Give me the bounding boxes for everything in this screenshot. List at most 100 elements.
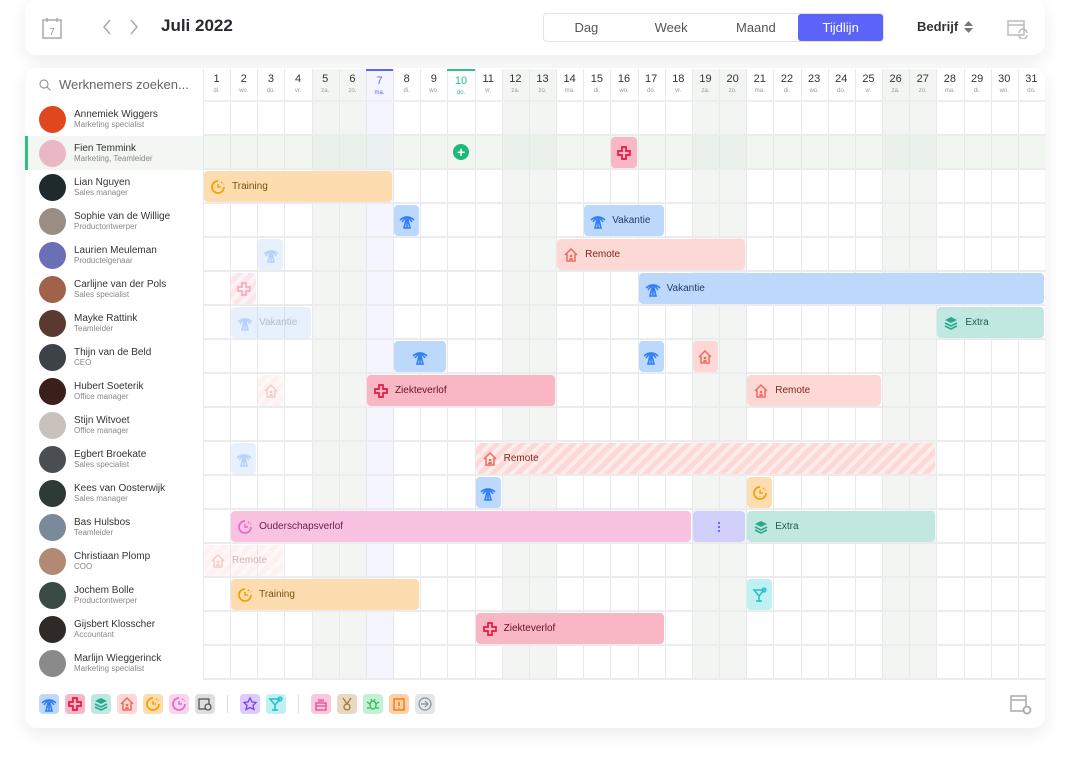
legend-item-calendar-clock[interactable]	[195, 694, 215, 714]
event-more[interactable]	[692, 511, 746, 542]
event-vacation[interactable]: Vakantie	[638, 273, 1044, 304]
day-header[interactable]: 6 zo.	[338, 69, 366, 102]
event-drinks[interactable]	[747, 579, 773, 610]
day-header[interactable]: 12 za.	[501, 69, 529, 102]
legend-item-medal[interactable]	[337, 694, 357, 714]
event-training[interactable]: Training	[231, 579, 420, 610]
event-remote[interactable]: Remote	[475, 443, 936, 474]
day-header[interactable]: 5 za.	[311, 69, 339, 102]
employee-row[interactable]: Kees van Oosterwijk Sales manager	[25, 476, 203, 510]
event-vacation[interactable]	[231, 443, 257, 474]
employee-search[interactable]: Werknemers zoeken...	[39, 77, 189, 92]
event-parental[interactable]: Ouderschapsverlof	[231, 511, 691, 542]
tab-month[interactable]: Maand	[714, 14, 799, 41]
employee-row[interactable]: Marlijn Wieggerinck Marketing specialist	[25, 646, 203, 680]
legend-item-house[interactable]	[117, 694, 137, 714]
day-header[interactable]: 16 wo.	[610, 69, 638, 102]
event-sick[interactable]: Ziekteverlof	[475, 613, 664, 644]
event-remote[interactable]: Remote	[557, 239, 746, 270]
day-header[interactable]: 27 zo.	[909, 69, 937, 102]
day-header[interactable]: 1 di.	[203, 69, 231, 102]
event-extra[interactable]: Extra	[937, 307, 1044, 338]
event-training[interactable]: Training	[204, 171, 393, 202]
event-remote[interactable]: Remote	[204, 545, 284, 576]
day-header[interactable]: 11 vr.	[474, 69, 502, 102]
tab-timeline[interactable]: Tijdlijn	[798, 14, 883, 41]
employee-row[interactable]: Laurien Meuleman Producteigenaar	[25, 238, 203, 272]
employee-row[interactable]: Annemiek Wiggers Marketing specialist	[25, 102, 203, 136]
day-header[interactable]: 29 di.	[963, 69, 991, 102]
event-extra[interactable]: Extra	[747, 511, 936, 542]
next-month-icon[interactable]	[129, 19, 139, 35]
day-header[interactable]: 19 za.	[691, 69, 720, 102]
tab-week[interactable]: Week	[629, 14, 714, 41]
day-header[interactable]: 17 do.	[637, 69, 665, 102]
day-header[interactable]: 26 za.	[882, 69, 910, 102]
employee-row[interactable]: Fien Temmink Marketing, Teamleider	[25, 136, 203, 170]
legend-item-medical-cross[interactable]	[65, 694, 85, 714]
event-vacation[interactable]: Vakantie	[231, 307, 311, 338]
event-vacation[interactable]	[394, 205, 420, 236]
legend-item-cocktail[interactable]	[266, 694, 286, 714]
day-header[interactable]: 7 ma.	[365, 69, 394, 102]
employee-row[interactable]: Thijn van de Beld CEO	[25, 340, 203, 374]
employee-row[interactable]: Sophie van de Willige Productontwerper	[25, 204, 203, 238]
calendar-sync-icon[interactable]	[1007, 17, 1029, 39]
day-header[interactable]: 14 ma.	[556, 69, 584, 102]
day-header[interactable]: 4 vr.	[284, 69, 312, 102]
day-header[interactable]: 10 do.	[447, 69, 475, 102]
event-remote[interactable]	[258, 375, 284, 406]
add-event-button[interactable]: +	[453, 144, 470, 160]
employee-row[interactable]: Egbert Broekate Sales specialist	[25, 442, 203, 476]
legend-item-clock[interactable]	[169, 694, 189, 714]
day-header[interactable]: 8 di.	[393, 69, 421, 102]
employee-row[interactable]: Mayke Rattink Teamleider	[25, 306, 203, 340]
event-vacation[interactable]	[258, 239, 284, 270]
event-remote[interactable]: Remote	[747, 375, 882, 406]
legend-item-cake[interactable]	[311, 694, 331, 714]
event-sick[interactable]	[231, 273, 257, 304]
event-vacation[interactable]	[475, 477, 501, 508]
event-vacation[interactable]	[394, 341, 447, 372]
event-training[interactable]	[747, 477, 773, 508]
day-header[interactable]: 21 ma.	[746, 69, 774, 102]
legend-item-clipboard[interactable]	[389, 694, 409, 714]
day-header[interactable]: 3 do.	[257, 69, 285, 102]
tab-day[interactable]: Dag	[544, 14, 629, 41]
day-header[interactable]: 20 zo.	[719, 69, 747, 102]
event-sick[interactable]: Ziekteverlof	[366, 375, 556, 406]
search-input[interactable]: Werknemers zoeken...	[59, 77, 189, 92]
day-header[interactable]: 24 do.	[827, 69, 855, 102]
day-header[interactable]: 31 do.	[1017, 69, 1045, 102]
day-header[interactable]: 2 wo.	[230, 69, 258, 102]
employee-row[interactable]: Christiaan Plomp COO	[25, 544, 203, 578]
calendar-settings-icon[interactable]	[1010, 693, 1032, 715]
employee-row[interactable]: Lian Nguyen Sales manager	[25, 170, 203, 204]
event-vacation[interactable]	[638, 341, 664, 372]
day-header[interactable]: 30 wo.	[990, 69, 1018, 102]
prev-month-icon[interactable]	[102, 19, 112, 35]
legend-item-clock[interactable]	[143, 694, 163, 714]
company-select[interactable]: Bedrijf	[917, 19, 974, 34]
legend-item-layers[interactable]	[91, 694, 111, 714]
event-remote[interactable]	[692, 341, 719, 372]
employee-row[interactable]: Bas Hulsbos Teamleider	[25, 510, 203, 544]
day-header[interactable]: 15 di.	[583, 69, 611, 102]
day-header[interactable]: 22 di.	[773, 69, 801, 102]
day-header[interactable]: 28 ma.	[936, 69, 964, 102]
day-header[interactable]: 23 wo.	[800, 69, 828, 102]
employee-row[interactable]: Stijn Witvoet Office manager	[25, 408, 203, 442]
legend-item-sign-in[interactable]	[415, 694, 435, 714]
legend-item-bug[interactable]	[363, 694, 383, 714]
calendar-icon[interactable]: 7	[42, 17, 62, 39]
legend-item-star[interactable]	[240, 694, 260, 714]
employee-row[interactable]: Hubert Soeterik Office manager	[25, 374, 203, 408]
day-header[interactable]: 25 vr.	[854, 69, 883, 102]
employee-row[interactable]: Carlijne van der Pols Sales specialist	[25, 272, 203, 306]
day-header[interactable]: 13 zo.	[528, 69, 557, 102]
event-vacation[interactable]: Vakantie	[584, 205, 664, 236]
legend-item-palm-tree[interactable]	[39, 694, 59, 714]
day-header[interactable]: 18 vr.	[664, 69, 692, 102]
event-sick[interactable]	[611, 137, 637, 168]
employee-row[interactable]: Jochem Bolle Productontwerper	[25, 578, 203, 612]
